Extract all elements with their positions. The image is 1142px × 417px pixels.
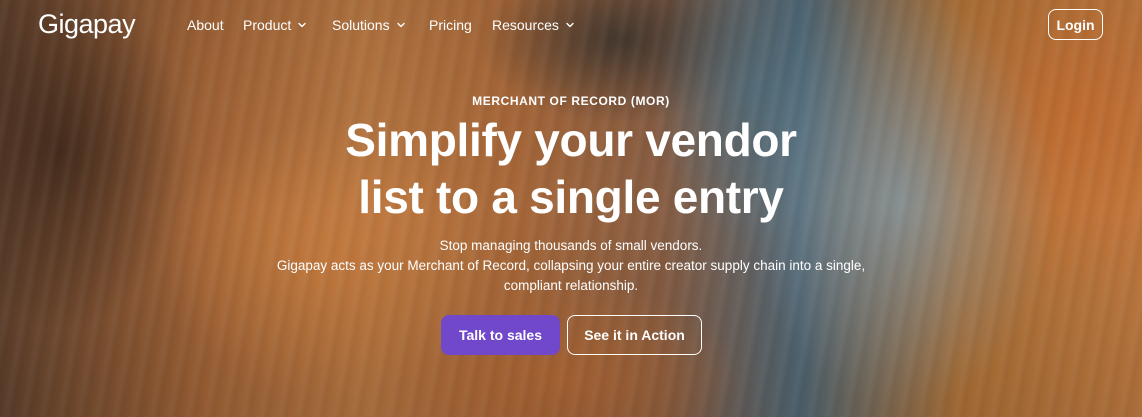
- chevron-down-icon: [298, 22, 306, 28]
- hero-headline: Simplify your vendor list to a single en…: [0, 112, 1142, 226]
- nav-item-label: Pricing: [429, 17, 472, 33]
- nav-item-label: Resources: [492, 17, 559, 33]
- nav-item-solutions[interactable]: Solutions: [332, 17, 406, 33]
- nav-item-about[interactable]: About: [187, 17, 224, 33]
- headline-line-2: list to a single entry: [358, 171, 784, 223]
- chevron-down-icon: [566, 22, 574, 28]
- nav-item-label: Solutions: [332, 17, 390, 33]
- hero-eyebrow: MERCHANT OF RECORD (MOR): [472, 94, 670, 108]
- nav-item-product[interactable]: Product: [243, 17, 307, 33]
- nav-item-label: About: [187, 17, 224, 33]
- subtext-line-1: Stop managing thousands of small vendors…: [439, 238, 703, 253]
- nav-item-pricing[interactable]: Pricing: [429, 17, 472, 33]
- subtext-line-3: compliant relationship.: [503, 278, 639, 293]
- nav-item-resources[interactable]: Resources: [492, 17, 575, 33]
- nav-item-label: Product: [243, 17, 292, 33]
- brand-logo[interactable]: Gigapay: [38, 9, 136, 40]
- headline-line-1: Simplify your vendor: [345, 114, 797, 166]
- login-button[interactable]: Login: [1048, 9, 1103, 40]
- see-it-in-action-button[interactable]: See it in Action: [567, 315, 702, 355]
- talk-to-sales-button[interactable]: Talk to sales: [441, 315, 560, 355]
- chevron-down-icon: [396, 22, 405, 28]
- top-navigation: Gigapay About Product Solutions Pricing …: [0, 0, 1142, 50]
- subtext-line-2: Gigapay acts as your Merchant of Record,…: [276, 258, 866, 273]
- hero-subtext: Stop managing thousands of small vendors…: [0, 236, 1142, 296]
